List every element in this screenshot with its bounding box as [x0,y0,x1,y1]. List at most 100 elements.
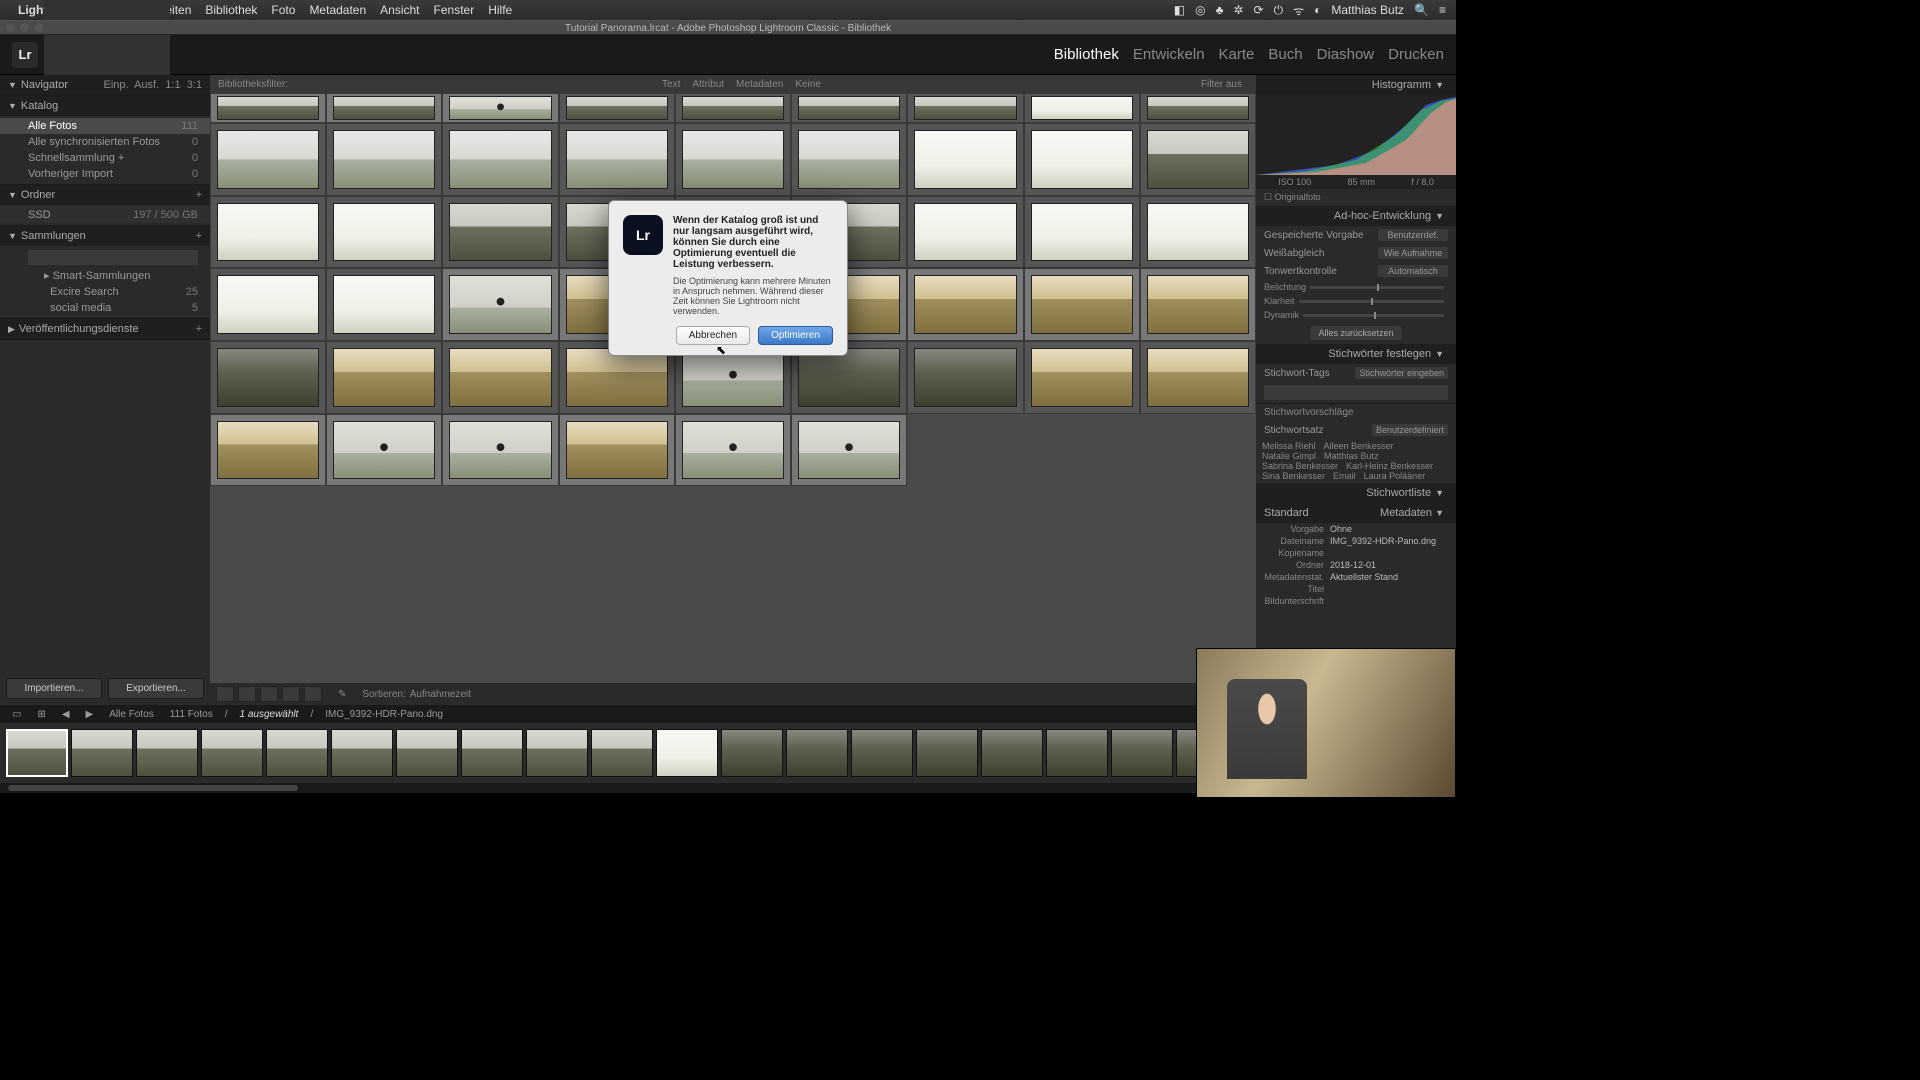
optimize-button[interactable]: Optimieren [758,326,833,345]
keyword-tags-input[interactable]: Stichwörter eingeben [1355,367,1448,379]
export-button[interactable]: Exportieren... [108,678,204,699]
grid-cell[interactable] [559,414,675,487]
reset-button[interactable]: Alles zurücksetzen [1310,326,1401,340]
grid-cell[interactable] [210,196,326,269]
filter-keine[interactable]: Keine [795,79,821,90]
grid-cell[interactable] [1024,341,1140,414]
status-icon[interactable]: ✲ [1233,3,1243,17]
filmstrip-thumb[interactable] [721,729,783,777]
sort-value[interactable]: Aufnahmezeit [410,689,471,700]
grid-cell[interactable] [210,123,326,196]
people-mode-icon[interactable] [304,686,322,702]
catalog-row[interactable]: Alle Fotos111 [0,118,210,134]
navigator-header[interactable]: ▼ Navigator Einp. Ausf. 1:1 3:1 [0,75,210,95]
grid-mode-icon[interactable] [216,686,234,702]
module-buch[interactable]: Buch [1268,46,1302,63]
filter-metadaten[interactable]: Metadaten [736,79,783,90]
grid-cell[interactable] [907,93,1023,123]
grid-cell[interactable] [1024,196,1140,269]
preset-select[interactable]: Benutzerdef. [1378,229,1448,241]
status-icon[interactable]: ◧ [1174,3,1185,17]
filmstrip-thumb[interactable] [591,729,653,777]
filmstrip-thumb[interactable] [201,729,263,777]
nav-fwd-icon[interactable]: ▶ [82,709,98,720]
grid-cell[interactable] [442,93,558,123]
grid-cell[interactable] [442,123,558,196]
status-icon[interactable]: ⟳ [1254,3,1264,17]
menu-icon[interactable]: ≡ [1439,3,1446,17]
grid-cell[interactable] [1140,268,1256,341]
grid-cell[interactable] [442,414,558,487]
clarity-slider[interactable]: Klarheit [1256,294,1456,308]
keywordlist-header[interactable]: Stichwortliste▼ [1256,483,1456,503]
filmstrip-thumb[interactable] [6,729,68,777]
publish-header[interactable]: ▶ Veröffentlichungsdienste + [0,319,210,339]
grid-cell[interactable] [326,268,442,341]
menu-foto[interactable]: Foto [271,3,295,17]
source-label[interactable]: Alle Fotos [105,709,157,720]
grid-cell[interactable] [442,196,558,269]
grid-cell[interactable] [326,93,442,123]
collection-row[interactable]: social media5 [0,300,210,316]
keywords-header[interactable]: Stichwörter festlegen▼ [1256,344,1456,364]
grid-cell[interactable] [1140,196,1256,269]
collections-header[interactable]: ▼ Sammlungen + [0,226,210,246]
filmstrip-thumb[interactable] [136,729,198,777]
exposure-slider[interactable]: Belichtung [1256,280,1456,294]
grid-cell[interactable] [907,196,1023,269]
menu-fenster[interactable]: Fenster [434,3,475,17]
plus-icon[interactable]: + [196,189,202,201]
folders-header[interactable]: ▼ Ordner + [0,185,210,205]
filmstrip-thumb[interactable] [331,729,393,777]
original-checkbox[interactable]: ☐ Originalfoto [1256,189,1456,206]
plus-icon[interactable]: + [196,323,202,335]
second-window-icon[interactable]: ▭ [8,709,25,720]
status-icon[interactable]: ⏻ [1274,3,1284,18]
grid-cell[interactable] [442,268,558,341]
grid-icon[interactable]: ⊞ [33,709,49,720]
grid-cell[interactable] [1024,93,1140,123]
grid-cell[interactable] [1024,123,1140,196]
grid-cell[interactable] [1140,93,1256,123]
grid-cell[interactable] [675,414,791,487]
grid-cell[interactable] [210,341,326,414]
catalog-header[interactable]: ▼ Katalog [0,96,210,116]
drive-row[interactable]: SSD197 / 500 GB [0,207,210,223]
grid-cell[interactable] [1140,341,1256,414]
module-karte[interactable]: Karte [1219,46,1255,63]
module-diashow[interactable]: Diashow [1317,46,1375,63]
tone-select[interactable]: Automatisch [1378,265,1448,277]
window-controls[interactable] [6,23,43,32]
nav-back-icon[interactable]: ◀ [58,709,74,720]
filmstrip-thumb[interactable] [981,729,1043,777]
grid-cell[interactable] [791,93,907,123]
histogram-header[interactable]: Histogramm ▼ [1256,75,1456,95]
collection-row[interactable]: Excire Search25 [0,284,210,300]
cancel-button[interactable]: Abbrechen [676,326,750,345]
module-entwickeln[interactable]: Entwickeln [1133,46,1205,63]
compare-mode-icon[interactable] [260,686,278,702]
menu-bibliothek[interactable]: Bibliothek [205,3,257,17]
filmstrip-thumb[interactable] [916,729,978,777]
vibrance-slider[interactable]: Dynamik [1256,308,1456,322]
grid-cell[interactable] [326,414,442,487]
collection-row[interactable]: ▸ Smart-Sammlungen [0,267,210,284]
filter-text[interactable]: Text [662,79,680,90]
grid-cell[interactable] [210,268,326,341]
status-icon[interactable]: ᯤ [1293,2,1304,19]
module-bibliothek[interactable]: Bibliothek [1054,46,1119,63]
menu-user[interactable]: Matthias Butz [1331,3,1404,17]
quickdev-header[interactable]: Ad-hoc-Entwicklung▼ [1256,206,1456,226]
filmstrip-thumb[interactable] [851,729,913,777]
filmstrip-thumb[interactable] [1046,729,1108,777]
menu-hilfe[interactable]: Hilfe [488,3,512,17]
catalog-row[interactable]: Vorheriger Import0 [0,166,210,182]
grid-cell[interactable] [1024,268,1140,341]
collection-filter-input[interactable] [28,250,198,265]
import-button[interactable]: Importieren... [6,678,102,699]
filmstrip-thumb[interactable] [266,729,328,777]
wb-select[interactable]: Wie Aufnahme [1378,247,1448,259]
status-icon[interactable]: ◐ [1314,3,1321,17]
grid-cell[interactable] [791,123,907,196]
grid-cell[interactable] [559,123,675,196]
